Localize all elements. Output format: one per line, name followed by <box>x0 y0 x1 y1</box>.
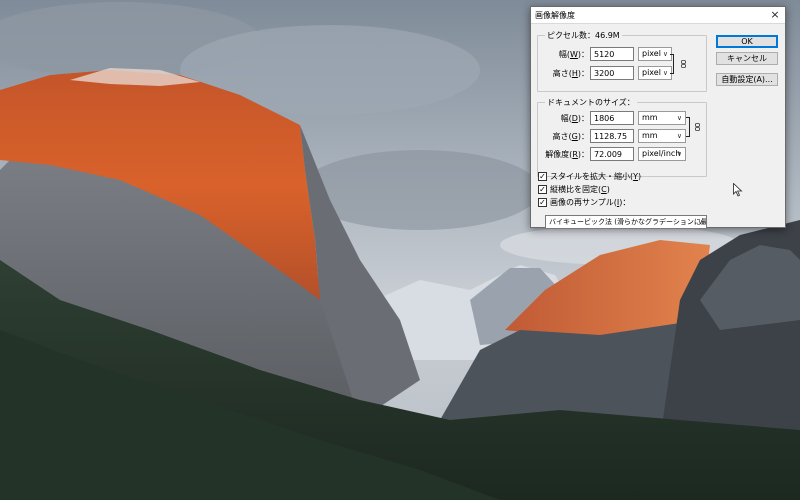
resolution-row: 解像度(R)： pixel/inch∨ <box>541 147 686 161</box>
image-size-dialog: 画像解像度 × ピクセル数：46.9M 幅(W)： pixel∨ 高さ(H)： … <box>530 6 786 229</box>
doc-height-unit-select[interactable]: mm ∨ <box>638 129 686 143</box>
resolution-label: 解像度(R)： <box>545 149 589 159</box>
scale-styles-label: スタイルを拡大・縮小(Y) <box>550 172 642 181</box>
resample-image-label: 画像の再サンプル(I)： <box>550 198 631 207</box>
doc-height-row: 高さ(G)： mm∨ <box>541 129 686 143</box>
pixel-constrain-bracket <box>670 54 674 74</box>
chevron-down-icon: ∨ <box>662 69 668 77</box>
resolution-unit-select[interactable]: pixel/inch ∨ <box>638 147 686 161</box>
chevron-down-icon: ∨ <box>676 150 682 158</box>
chevron-down-icon: ∨ <box>676 114 682 122</box>
constrain-proportions-checkbox[interactable]: ✓ <box>538 185 547 194</box>
chain-link-icon <box>695 123 700 131</box>
doc-width-input[interactable] <box>590 111 634 125</box>
document-size-legend: ドキュメントのサイズ： <box>545 97 637 108</box>
pixel-width-unit-select[interactable]: pixel ∨ <box>638 47 672 61</box>
pixel-width-input[interactable] <box>590 47 634 61</box>
pixel-dimensions-legend: ピクセル数：46.9M <box>545 30 622 41</box>
auto-button[interactable]: 自動設定(A)... <box>716 73 778 86</box>
doc-width-unit-select[interactable]: mm ∨ <box>638 111 686 125</box>
scale-styles-checkbox-row[interactable]: ✓ スタイルを拡大・縮小(Y) <box>538 171 641 182</box>
doc-constrain-bracket <box>686 117 690 137</box>
doc-height-label: 高さ(G)： <box>552 131 589 141</box>
pixel-height-unit-select[interactable]: pixel ∨ <box>638 66 672 80</box>
pixel-height-input[interactable] <box>590 66 634 80</box>
resample-method-select[interactable]: バイキュービック法 (滑らかなグラデーションに最適) ∨ <box>545 215 707 229</box>
chevron-down-icon: ∨ <box>662 50 668 58</box>
dialog-title: 画像解像度 <box>535 10 575 20</box>
scale-styles-checkbox[interactable]: ✓ <box>538 172 547 181</box>
resolution-input[interactable] <box>590 147 634 161</box>
chevron-down-icon: ∨ <box>676 132 682 140</box>
pixel-width-row: 幅(W)： pixel∨ <box>547 47 672 61</box>
cancel-button[interactable]: キャンセル <box>716 52 778 65</box>
ok-button[interactable]: OK <box>716 35 778 48</box>
pixel-height-label: 高さ(H)： <box>552 68 589 78</box>
pixel-height-row: 高さ(H)： pixel∨ <box>547 66 672 80</box>
doc-width-label: 幅(D)： <box>560 113 589 123</box>
resample-image-checkbox-row[interactable]: ✓ 画像の再サンプル(I)： <box>538 197 630 208</box>
constrain-proportions-checkbox-row[interactable]: ✓ 縦横比を固定(C) <box>538 184 610 195</box>
close-icon[interactable]: × <box>768 8 782 22</box>
resample-image-checkbox[interactable]: ✓ <box>538 198 547 207</box>
pixel-width-label: 幅(W)： <box>558 49 589 59</box>
doc-height-input[interactable] <box>590 129 634 143</box>
dialog-titlebar[interactable]: 画像解像度 × <box>531 7 785 24</box>
chain-link-icon <box>681 60 686 68</box>
mouse-pointer-icon <box>733 183 743 197</box>
constrain-proportions-label: 縦横比を固定(C) <box>550 185 610 194</box>
doc-width-row: 幅(D)： mm∨ <box>541 111 686 125</box>
chevron-down-icon: ∨ <box>697 218 703 226</box>
